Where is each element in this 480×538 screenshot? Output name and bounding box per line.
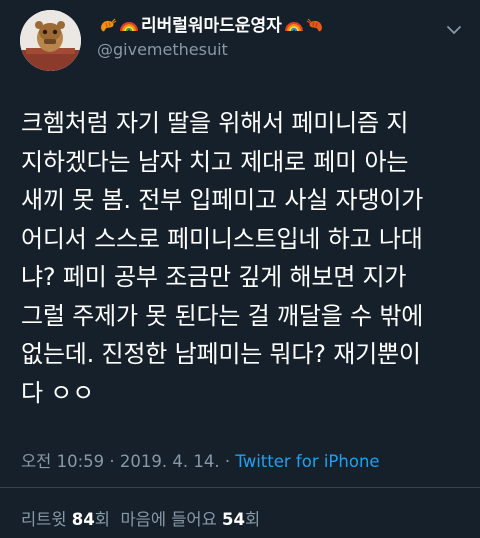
rainbow-icon xyxy=(284,22,303,32)
tweet-date[interactable]: 2019. 4. 14. xyxy=(120,452,220,471)
likes-unit: 회 xyxy=(245,510,261,529)
retweets-label: 리트윗 xyxy=(21,510,67,529)
tweet-text: 크헴처럼 자기 딸을 위해서 페미니즘 지 지하겠다는 남자 치고 제대로 페미… xyxy=(21,109,424,407)
meta-separator: · xyxy=(219,452,236,471)
username[interactable]: @givemethesuit xyxy=(97,39,326,61)
shrimp-icon xyxy=(306,18,322,32)
shrimp-icon xyxy=(101,18,117,32)
rainbow-icon xyxy=(120,22,138,32)
avatar-image xyxy=(20,10,81,71)
tweet-source-link[interactable]: Twitter for iPhone xyxy=(235,452,379,471)
meta-separator: · xyxy=(104,452,120,471)
avatar[interactable] xyxy=(20,10,81,71)
tweet-timestamp-row: 오전 10:59 · 2019. 4. 14. · Twitter for iP… xyxy=(21,448,380,472)
divider xyxy=(0,487,480,488)
tweet-time[interactable]: 오전 10:59 xyxy=(21,452,104,471)
likes-count: 54 xyxy=(222,510,245,529)
likes-label: 마음에 들어요 xyxy=(120,510,217,529)
retweets-unit: 회 xyxy=(94,510,110,529)
tweet-header: 리버럴워마드운영자 @givemethesuit xyxy=(97,14,326,61)
retweets-stat[interactable]: 리트윗 84회 xyxy=(21,510,110,529)
likes-stat[interactable]: 마음에 들어요 54회 xyxy=(120,510,260,529)
retweets-count: 84 xyxy=(71,510,95,529)
display-name[interactable]: 리버럴워마드운영자 xyxy=(141,14,282,38)
tweet-stats: 리트윗 84회 마음에 들어요 54회 xyxy=(21,506,260,530)
tweet-detail: 리버럴워마드운영자 @givemethesuit 크헴처럼 자기 딸을 위해서 … xyxy=(0,0,480,538)
display-name-row[interactable]: 리버럴워마드운영자 xyxy=(97,14,326,38)
chevron-down-icon[interactable] xyxy=(446,24,462,36)
